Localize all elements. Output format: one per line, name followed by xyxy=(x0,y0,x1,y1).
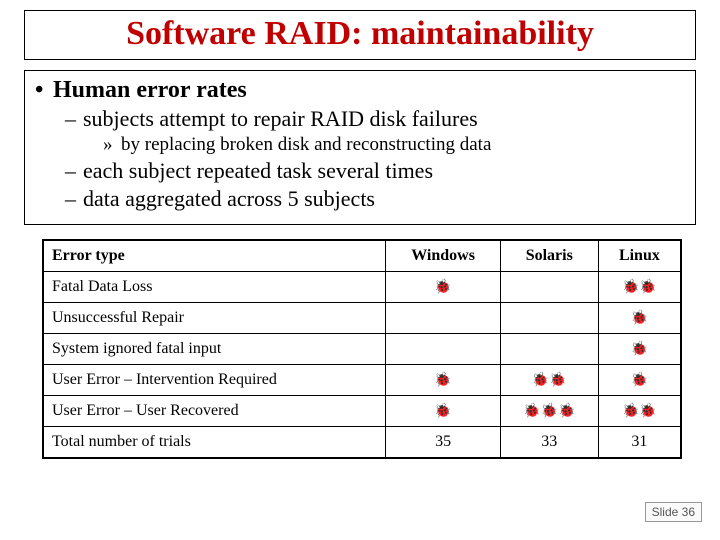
row-label: User Error – User Recovered xyxy=(43,396,386,427)
cell-windows: 🐞 xyxy=(386,272,500,303)
bug-icon: 🐞 xyxy=(434,279,451,296)
table-row: System ignored fatal input 🐞 xyxy=(43,334,681,365)
slide-number: Slide 36 xyxy=(645,502,702,522)
table-row: User Error – User Recovered🐞🐞🐞🐞🐞🐞 xyxy=(43,396,681,427)
row-label: Unsuccessful Repair xyxy=(43,303,386,334)
cell-linux: 🐞 xyxy=(598,334,681,365)
bug-icon: 🐞🐞 xyxy=(532,372,567,389)
bug-icon: 🐞 xyxy=(434,372,451,389)
cell-windows xyxy=(386,303,500,334)
cell-windows: 🐞 xyxy=(386,365,500,396)
cell-windows: 🐞 xyxy=(386,396,500,427)
cell-linux: 🐞🐞 xyxy=(598,272,681,303)
bug-icon: 🐞 xyxy=(631,341,648,358)
bug-icon: 🐞🐞🐞 xyxy=(523,403,575,420)
error-table: Error type Windows Solaris Linux Fatal D… xyxy=(42,239,682,459)
bullet-text: each subject repeated task several times xyxy=(83,158,433,183)
slide-title: Software RAID: maintainability xyxy=(24,10,696,60)
bullet-text: data aggregated across 5 subjects xyxy=(83,186,375,211)
col-solaris: Solaris xyxy=(500,240,598,272)
cell-linux: 🐞🐞 xyxy=(598,396,681,427)
bug-icon: 🐞 xyxy=(434,403,451,420)
row-label: Total number of trials xyxy=(43,427,386,459)
cell-solaris xyxy=(500,272,598,303)
cell-linux: 🐞 xyxy=(598,303,681,334)
table-row: Fatal Data Loss🐞🐞🐞 xyxy=(43,272,681,303)
bullet-level3: »by replacing broken disk and reconstruc… xyxy=(103,134,685,156)
row-label: User Error – Intervention Required xyxy=(43,365,386,396)
cell-solaris: 🐞🐞🐞 xyxy=(500,396,598,427)
cell-solaris xyxy=(500,303,598,334)
bullet-text: by replacing broken disk and reconstruct… xyxy=(121,134,491,155)
col-error-type: Error type xyxy=(43,240,386,272)
cell-windows xyxy=(386,334,500,365)
bug-icon: 🐞 xyxy=(631,372,648,389)
bullet-level2: –data aggregated across 5 subjects xyxy=(65,186,685,212)
cell-solaris xyxy=(500,334,598,365)
bug-icon: 🐞 xyxy=(631,310,648,327)
row-label: System ignored fatal input xyxy=(43,334,386,365)
cell-windows: 35 xyxy=(386,427,500,459)
col-windows: Windows xyxy=(386,240,500,272)
bullet-text: Human error rates xyxy=(53,77,247,103)
cell-solaris: 33 xyxy=(500,427,598,459)
bullet-text: subjects attempt to repair RAID disk fai… xyxy=(83,106,478,131)
table-row: Unsuccessful Repair 🐞 xyxy=(43,303,681,334)
bug-icon: 🐞🐞 xyxy=(622,279,657,296)
bug-icon: 🐞🐞 xyxy=(622,403,657,420)
bullet-block: •Human error rates –subjects attempt to … xyxy=(24,70,696,225)
col-linux: Linux xyxy=(598,240,681,272)
table-header-row: Error type Windows Solaris Linux xyxy=(43,240,681,272)
bullet-level1: •Human error rates xyxy=(35,77,685,104)
cell-solaris: 🐞🐞 xyxy=(500,365,598,396)
table-row: User Error – Intervention Required🐞🐞🐞🐞 xyxy=(43,365,681,396)
cell-linux: 🐞 xyxy=(598,365,681,396)
bullet-level2: –each subject repeated task several time… xyxy=(65,158,685,184)
table-row: Total number of trials353331 xyxy=(43,427,681,459)
bullet-level2: –subjects attempt to repair RAID disk fa… xyxy=(65,106,685,132)
cell-linux: 31 xyxy=(598,427,681,459)
row-label: Fatal Data Loss xyxy=(43,272,386,303)
